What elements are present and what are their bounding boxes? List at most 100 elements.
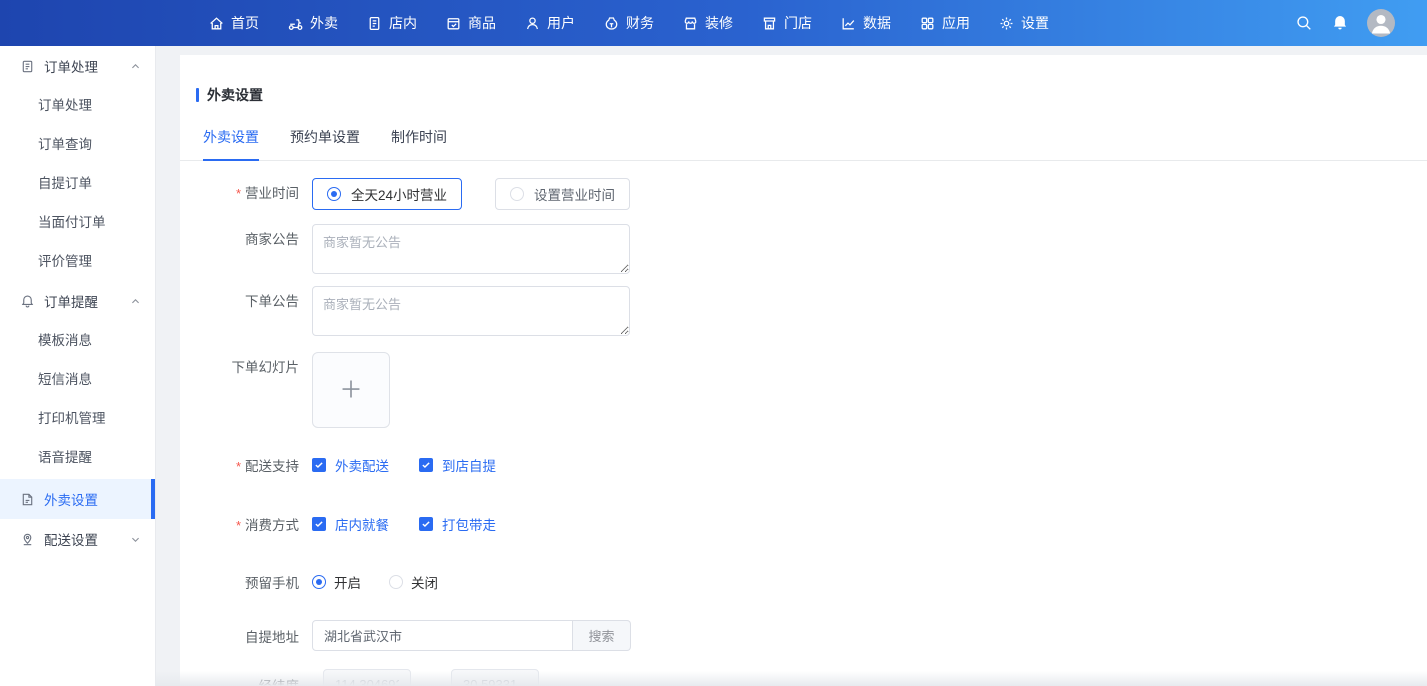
tab-takeout-settings[interactable]: 外卖设置 bbox=[203, 127, 259, 160]
radio-option-label: 关闭 bbox=[411, 572, 438, 592]
sidebar-item-sms-messages[interactable]: 短信消息 bbox=[0, 360, 155, 399]
gear-icon bbox=[998, 15, 1015, 32]
nav-item-goods[interactable]: 商品 bbox=[445, 13, 496, 33]
sidebar-item-pickup-orders[interactable]: 自提订单 bbox=[0, 164, 155, 203]
order-notice-row: 下单公告 bbox=[180, 286, 1427, 336]
sidebar-item-facepay-orders[interactable]: 当面付订单 bbox=[0, 203, 155, 242]
search-icon[interactable] bbox=[1295, 14, 1313, 32]
pickup-address-input[interactable] bbox=[312, 620, 573, 651]
pickup-address-group: 搜索 bbox=[312, 620, 631, 651]
nav-item-finance[interactable]: 财务 bbox=[603, 13, 654, 33]
nav-label: 财务 bbox=[626, 13, 654, 33]
business-hours-option-custom[interactable]: 设置营业时间 bbox=[495, 178, 630, 210]
radio-unselected-icon bbox=[389, 575, 403, 589]
sidebar-group-order-processing[interactable]: 订单处理 bbox=[0, 46, 155, 86]
pickup-address-label: 自提地址 bbox=[180, 626, 312, 646]
main-content-area: 外卖设置 外卖设置 预约单设置 制作时间 营业时间 全天24小时营业 bbox=[156, 46, 1427, 686]
nav-label: 装修 bbox=[705, 13, 733, 33]
nav-item-settings[interactable]: 设置 bbox=[998, 13, 1049, 33]
plus-icon bbox=[338, 376, 364, 405]
receipt-icon bbox=[366, 15, 383, 32]
sidebar-group-label: 订单处理 bbox=[44, 56, 98, 76]
sidebar-item-order-processing[interactable]: 订单处理 bbox=[0, 86, 155, 125]
nav-item-users[interactable]: 用户 bbox=[524, 13, 575, 33]
address-search-button[interactable]: 搜索 bbox=[573, 620, 631, 651]
sidebar: 订单处理 订单处理 订单查询 自提订单 当面付订单 评价管理 订单提醒 模板消息… bbox=[0, 46, 156, 686]
business-hours-option-24h[interactable]: 全天24小时营业 bbox=[312, 178, 462, 210]
checkbox-label: 打包带走 bbox=[442, 514, 496, 534]
sidebar-item-order-search[interactable]: 订单查询 bbox=[0, 125, 155, 164]
business-hours-row: 营业时间 全天24小时营业 设置营业时间 bbox=[180, 178, 1427, 210]
nav-item-decoration[interactable]: 装修 bbox=[682, 13, 733, 33]
latitude-input[interactable] bbox=[451, 669, 539, 686]
longitude-input[interactable] bbox=[323, 669, 411, 686]
user-icon bbox=[524, 15, 541, 32]
takeout-settings-panel: 外卖设置 外卖设置 预约单设置 制作时间 营业时间 全天24小时营业 bbox=[180, 55, 1427, 686]
reserved-phone-row: 预留手机 开启 关闭 bbox=[180, 572, 1427, 592]
nav-item-apps[interactable]: 应用 bbox=[919, 13, 970, 33]
nav-item-data[interactable]: 数据 bbox=[840, 13, 891, 33]
map-pin-icon bbox=[20, 532, 35, 547]
nav-item-home[interactable]: 首页 bbox=[208, 13, 259, 33]
radio-selected-icon bbox=[327, 187, 341, 201]
radio-phone-off[interactable]: 关闭 bbox=[389, 572, 438, 592]
checkbox-checked-icon bbox=[312, 458, 326, 472]
coordinates-label: 经纬度 bbox=[180, 675, 312, 686]
sidebar-item-takeout-settings[interactable]: 外卖设置 bbox=[0, 479, 155, 519]
consume-mode-label: 消费方式 bbox=[180, 514, 312, 534]
merchant-notice-textarea[interactable] bbox=[312, 224, 630, 274]
chevron-up-icon bbox=[130, 296, 141, 307]
nav-item-takeout[interactable]: 外卖 bbox=[287, 13, 338, 33]
checkbox-takeaway[interactable]: 打包带走 bbox=[419, 514, 496, 534]
shop-icon bbox=[761, 15, 778, 32]
checkbox-label: 外卖配送 bbox=[335, 455, 389, 475]
coordinates-row: 经纬度 bbox=[180, 669, 1427, 686]
topbar-right bbox=[1295, 9, 1427, 37]
scooter-icon bbox=[287, 15, 304, 32]
sidebar-group-label: 订单提醒 bbox=[44, 291, 98, 311]
chevron-up-icon bbox=[130, 61, 141, 72]
merchant-notice-row: 商家公告 bbox=[180, 224, 1427, 274]
goods-box-icon bbox=[445, 15, 462, 32]
sidebar-item-printer-management[interactable]: 打印机管理 bbox=[0, 399, 155, 438]
sidebar-item-label: 外卖设置 bbox=[44, 489, 98, 509]
radio-phone-on[interactable]: 开启 bbox=[312, 572, 361, 592]
tab-reservation-settings[interactable]: 预约单设置 bbox=[290, 127, 360, 160]
sidebar-item-review-management[interactable]: 评价管理 bbox=[0, 242, 155, 281]
title-accent-bar bbox=[196, 88, 199, 102]
sidebar-item-voice-reminder[interactable]: 语音提醒 bbox=[0, 438, 155, 477]
nav-item-instore[interactable]: 店内 bbox=[366, 13, 417, 33]
user-avatar[interactable] bbox=[1367, 9, 1395, 37]
bell-outline-icon bbox=[20, 294, 35, 309]
notification-bell-icon[interactable] bbox=[1331, 14, 1349, 32]
nav-label: 设置 bbox=[1021, 13, 1049, 33]
slide-upload-button[interactable] bbox=[312, 352, 390, 428]
sidebar-group-order-reminder[interactable]: 订单提醒 bbox=[0, 281, 155, 321]
nav-label: 商品 bbox=[468, 13, 496, 33]
nav-item-stores[interactable]: 门店 bbox=[761, 13, 812, 33]
sidebar-group-delivery-settings[interactable]: 配送设置 bbox=[0, 519, 155, 559]
delivery-support-label: 配送支持 bbox=[180, 455, 312, 475]
tab-production-time[interactable]: 制作时间 bbox=[391, 127, 447, 160]
radio-selected-icon bbox=[312, 575, 326, 589]
radio-option-label: 开启 bbox=[334, 572, 361, 592]
checkbox-dine-in[interactable]: 店内就餐 bbox=[312, 514, 389, 534]
nav-label: 外卖 bbox=[310, 13, 338, 33]
checkbox-store-pickup[interactable]: 到店自提 bbox=[419, 455, 496, 475]
nav-label: 店内 bbox=[389, 13, 417, 33]
checkbox-label: 店内就餐 bbox=[335, 514, 389, 534]
radio-option-label: 全天24小时营业 bbox=[351, 184, 447, 204]
checkbox-takeout-delivery[interactable]: 外卖配送 bbox=[312, 455, 389, 475]
order-slides-label: 下单幻灯片 bbox=[180, 352, 312, 384]
sidebar-item-template-messages[interactable]: 模板消息 bbox=[0, 321, 155, 360]
business-hours-label: 营业时间 bbox=[180, 178, 312, 210]
page-title: 外卖设置 bbox=[180, 55, 1427, 105]
checkbox-checked-icon bbox=[419, 458, 433, 472]
moneybag-icon bbox=[603, 15, 620, 32]
grid-icon bbox=[919, 15, 936, 32]
tab-bar: 外卖设置 预约单设置 制作时间 bbox=[180, 127, 1427, 161]
storefront-icon bbox=[682, 15, 699, 32]
nav-label: 数据 bbox=[863, 13, 891, 33]
order-notice-textarea[interactable] bbox=[312, 286, 630, 336]
takeout-settings-form: 营业时间 全天24小时营业 设置营业时间 商家公告 bbox=[180, 161, 1427, 686]
